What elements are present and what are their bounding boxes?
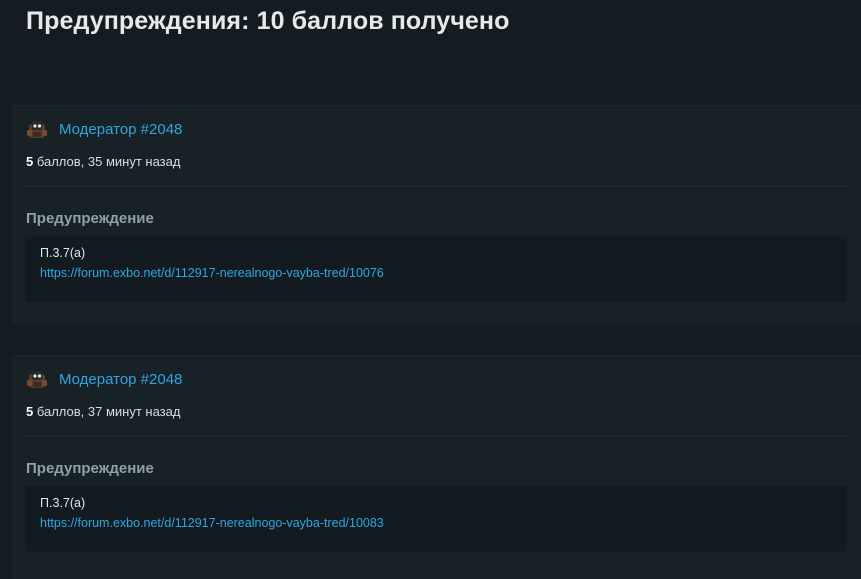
moderator-link[interactable]: Модератор #2048	[59, 371, 182, 388]
points-line: 5 баллов, 37 минут назад	[26, 404, 180, 419]
warning-reason-text: П.3.7(а)	[40, 496, 86, 510]
page-title: Предупреждения: 10 баллов получено	[26, 7, 510, 35]
divider	[24, 185, 849, 187]
points-line: 5 баллов, 35 минут назад	[26, 154, 180, 169]
moderator-link[interactable]: Модератор #2048	[59, 121, 182, 138]
warning-reason-link[interactable]: https://forum.exbo.net/d/112917-nerealno…	[40, 266, 384, 280]
warning-reason-box: П.3.7(а) https://forum.exbo.net/d/112917…	[25, 236, 847, 302]
warning-section-heading: Предупреждение	[26, 460, 154, 477]
author-row: Модератор #2048	[26, 368, 182, 390]
divider	[24, 435, 849, 437]
warning-reason-text: П.3.7(а)	[40, 246, 86, 260]
warning-reason-link[interactable]: https://forum.exbo.net/d/112917-nerealno…	[40, 516, 384, 530]
author-row: Модератор #2048	[26, 118, 182, 140]
moderator-avatar-icon[interactable]	[26, 368, 48, 390]
points-time-text: баллов, 35 минут назад	[33, 154, 181, 169]
warning-card: Модератор #2048 5 баллов, 37 минут назад…	[12, 355, 861, 579]
warning-card: Модератор #2048 5 баллов, 35 минут назад…	[12, 105, 861, 325]
points-time-text: баллов, 37 минут назад	[33, 404, 181, 419]
warning-section-heading: Предупреждение	[26, 210, 154, 227]
warning-reason-box: П.3.7(а) https://forum.exbo.net/d/112917…	[25, 486, 847, 552]
warnings-page: Предупреждения: 10 баллов получено Модер…	[0, 0, 861, 579]
moderator-avatar-icon[interactable]	[26, 118, 48, 140]
